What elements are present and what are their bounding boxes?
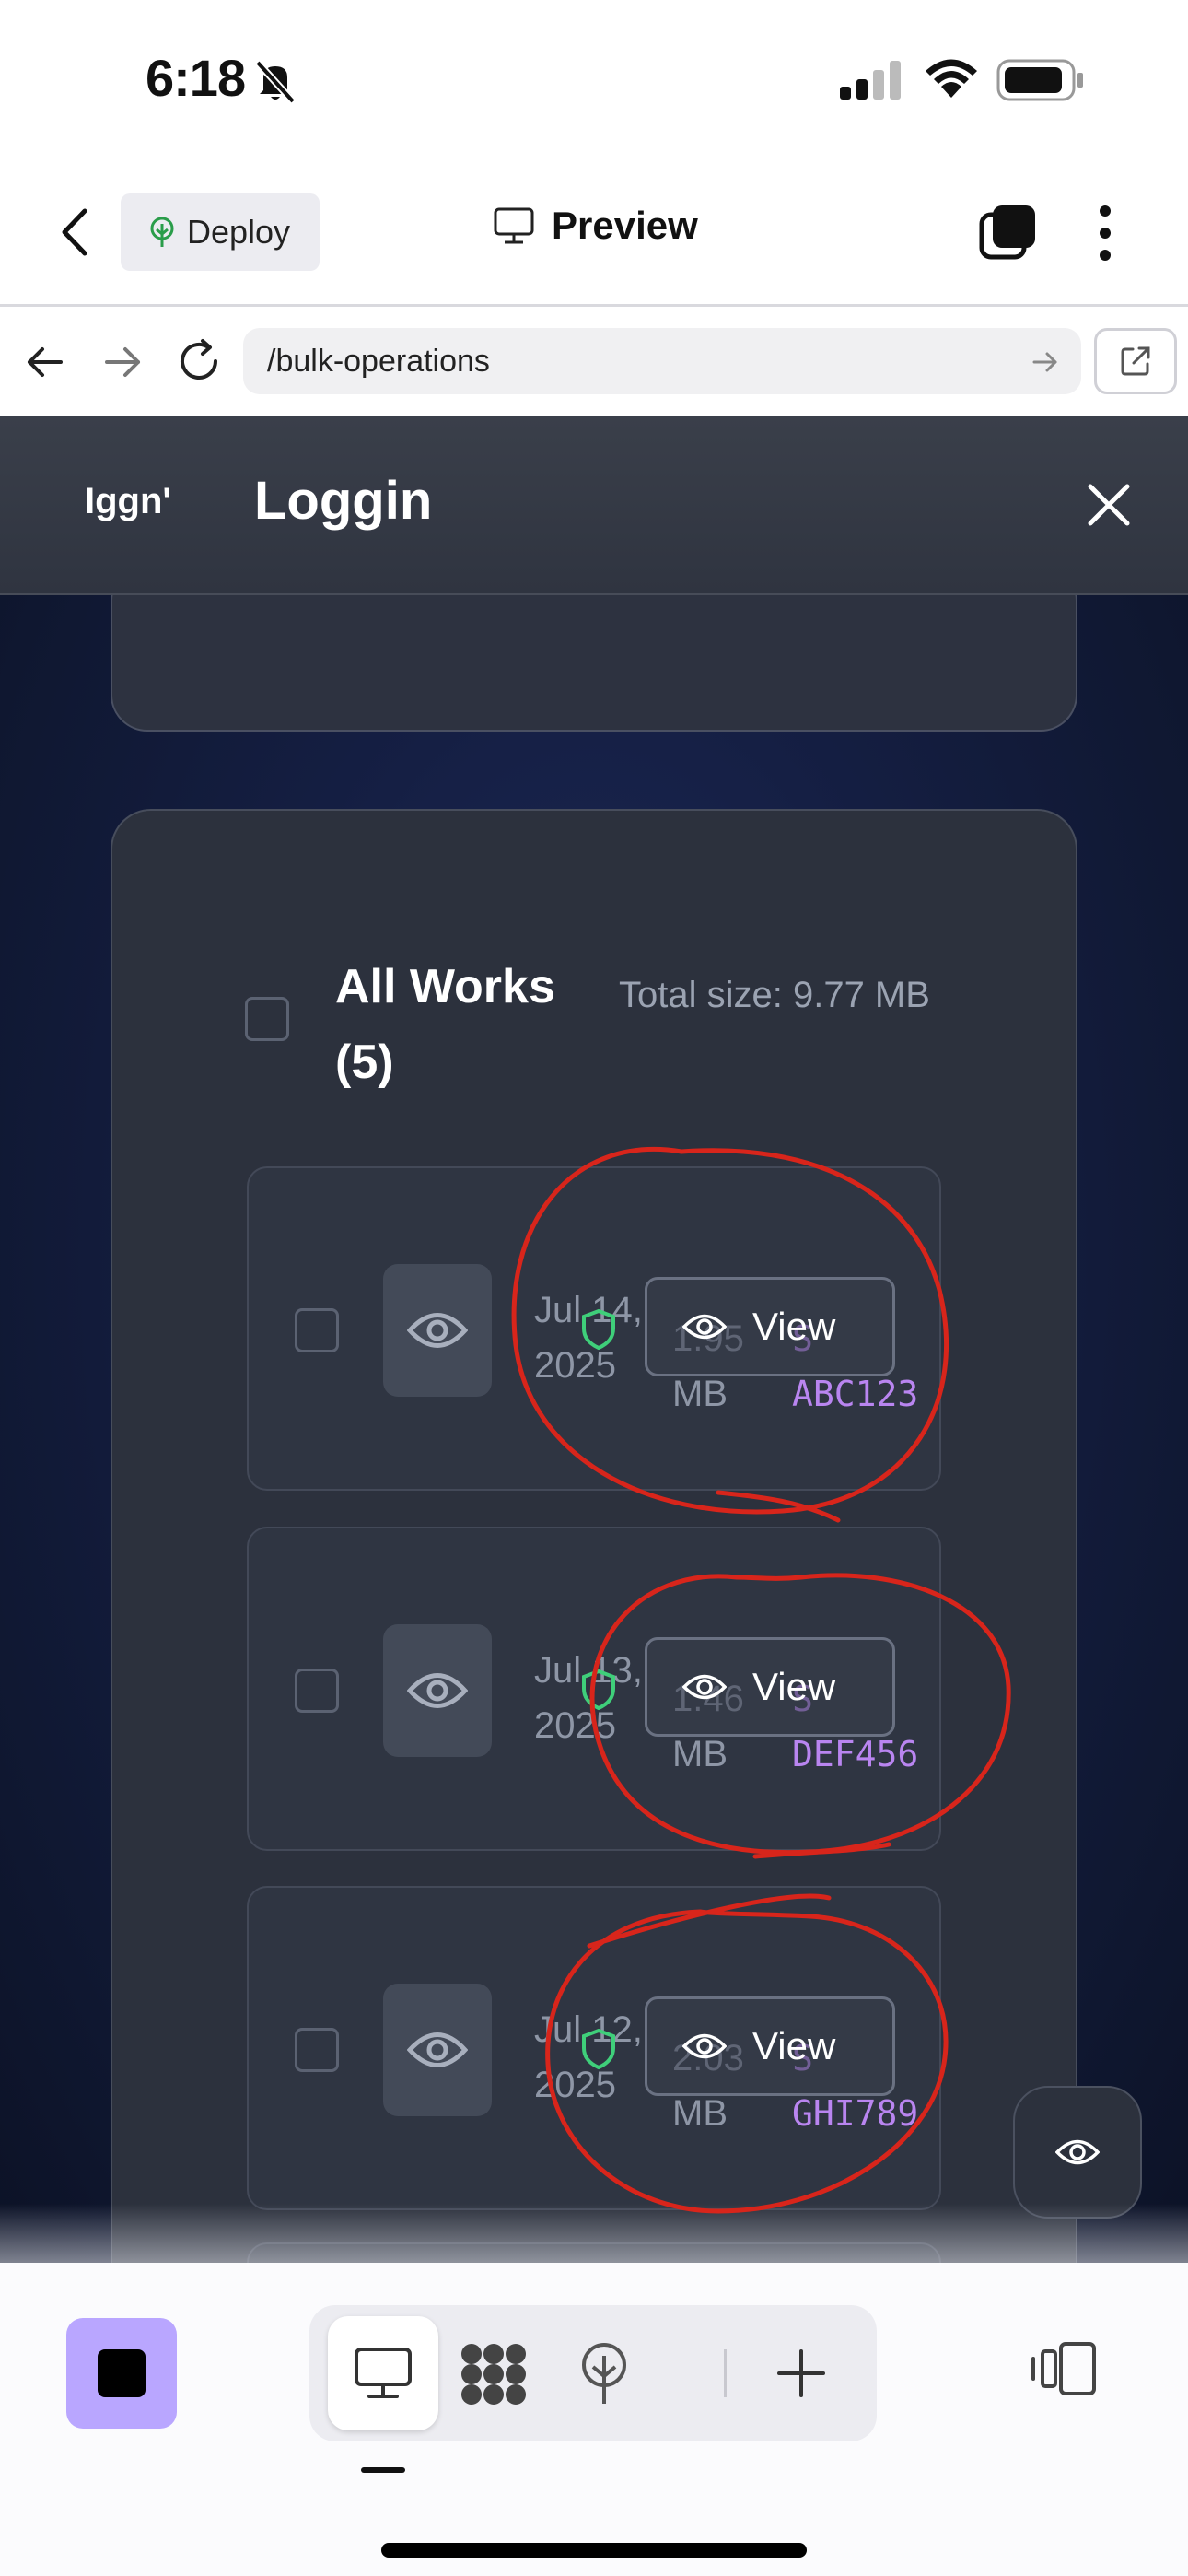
view-mode-switcher (309, 2305, 877, 2441)
scroll-fade (0, 2204, 1188, 2263)
status-bar: 6:18 (0, 0, 1188, 161)
nav-bar: Deploy Preview (0, 161, 1188, 307)
desktop-preview-tab[interactable] (328, 2316, 438, 2430)
eye-icon (682, 1314, 727, 1340)
deploy-tab[interactable] (549, 2316, 659, 2430)
bottom-toolbar (0, 2263, 1188, 2576)
row-code-value: DEF456 (792, 1734, 919, 1774)
cellular-signal-icon (840, 61, 901, 100)
view-button[interactable]: View (645, 1637, 895, 1737)
eye-icon (407, 1313, 468, 1348)
back-chevron-icon[interactable] (57, 205, 94, 259)
reload-icon[interactable] (175, 337, 223, 385)
browser-url-bar: /bulk-operations (0, 310, 1188, 416)
url-go-arrow-icon[interactable] (1031, 348, 1059, 376)
shield-check-icon (582, 1308, 615, 1351)
eye-icon (682, 1674, 727, 1700)
split-view-icon[interactable] (1030, 2338, 1100, 2399)
view-button-label: View (752, 2024, 836, 2067)
plus-icon (777, 2349, 825, 2397)
row-checkbox[interactable] (295, 1308, 339, 1352)
app-header: Iggn' Loggin (0, 416, 1188, 595)
status-time: 6:18 (146, 49, 246, 107)
row-checkbox[interactable] (295, 2028, 339, 2072)
view-button[interactable]: View (645, 1996, 895, 2096)
row-thumbnail[interactable] (383, 1624, 492, 1757)
deploy-label: Deploy (187, 213, 291, 251)
add-button[interactable] (746, 2316, 856, 2430)
shield-check-icon (582, 1669, 615, 1711)
app-title: Loggin (254, 471, 433, 531)
work-row: Jul 14, 2025 1.95 MB SABC123 View (247, 1166, 941, 1491)
floating-preview-button[interactable] (1013, 2086, 1142, 2219)
total-size-label: Total size: 9.77 MB (619, 975, 930, 1015)
row-code-value: ABC123 (792, 1374, 919, 1414)
view-button-label: View (752, 1305, 836, 1348)
view-button-label: View (752, 1665, 836, 1708)
bell-muted-icon (255, 60, 296, 104)
eye-icon (407, 2032, 468, 2067)
url-text: /bulk-operations (267, 343, 490, 379)
grid-blob-icon (461, 2344, 526, 2405)
home-indicator (381, 2543, 807, 2558)
monitor-icon (355, 2348, 412, 2398)
row-thumbnail[interactable] (383, 1264, 492, 1397)
external-link-icon (1121, 346, 1150, 376)
select-all-checkbox[interactable] (245, 997, 289, 1041)
row-checkbox[interactable] (295, 1669, 339, 1713)
preview-label: Preview (552, 204, 698, 247)
row-thumbnail[interactable] (383, 1984, 492, 2116)
close-icon[interactable] (1085, 481, 1133, 529)
more-menu-icon[interactable] (1089, 202, 1122, 266)
eye-icon (1055, 2139, 1100, 2165)
url-input[interactable]: /bulk-operations (243, 328, 1081, 394)
view-button[interactable]: View (645, 1277, 895, 1376)
row-code-value: GHI789 (792, 2093, 919, 2134)
eye-icon (682, 2033, 727, 2059)
stop-square-icon (98, 2349, 146, 2397)
preview-title: Preview (493, 204, 698, 248)
browser-back-icon[interactable] (24, 341, 66, 383)
work-row: Jul 12, 2025 2.03 MB SGHI789 View (247, 1886, 941, 2210)
eye-icon (407, 1673, 468, 1708)
all-works-title: All Works (5) (335, 960, 555, 1089)
battery-icon (996, 59, 1083, 101)
stop-button[interactable] (66, 2318, 177, 2429)
monitor-icon (494, 207, 534, 244)
tabs-switcher-icon[interactable] (978, 202, 1039, 263)
components-tab[interactable] (438, 2316, 549, 2430)
app-logo-text: Iggn' (85, 481, 171, 521)
browser-forward-icon[interactable] (101, 341, 144, 383)
shield-check-icon (582, 2028, 615, 2070)
deploy-button[interactable]: Deploy (121, 193, 320, 271)
wifi-icon (926, 59, 977, 98)
open-external-button[interactable] (1094, 328, 1177, 394)
switcher-divider (724, 2349, 727, 2397)
work-row: Jul 13, 2025 1.46 MB SDEF456 View (247, 1527, 941, 1851)
active-tab-indicator (361, 2467, 405, 2473)
deploy-tree-icon (582, 2343, 626, 2404)
deploy-tree-icon (150, 217, 174, 247)
